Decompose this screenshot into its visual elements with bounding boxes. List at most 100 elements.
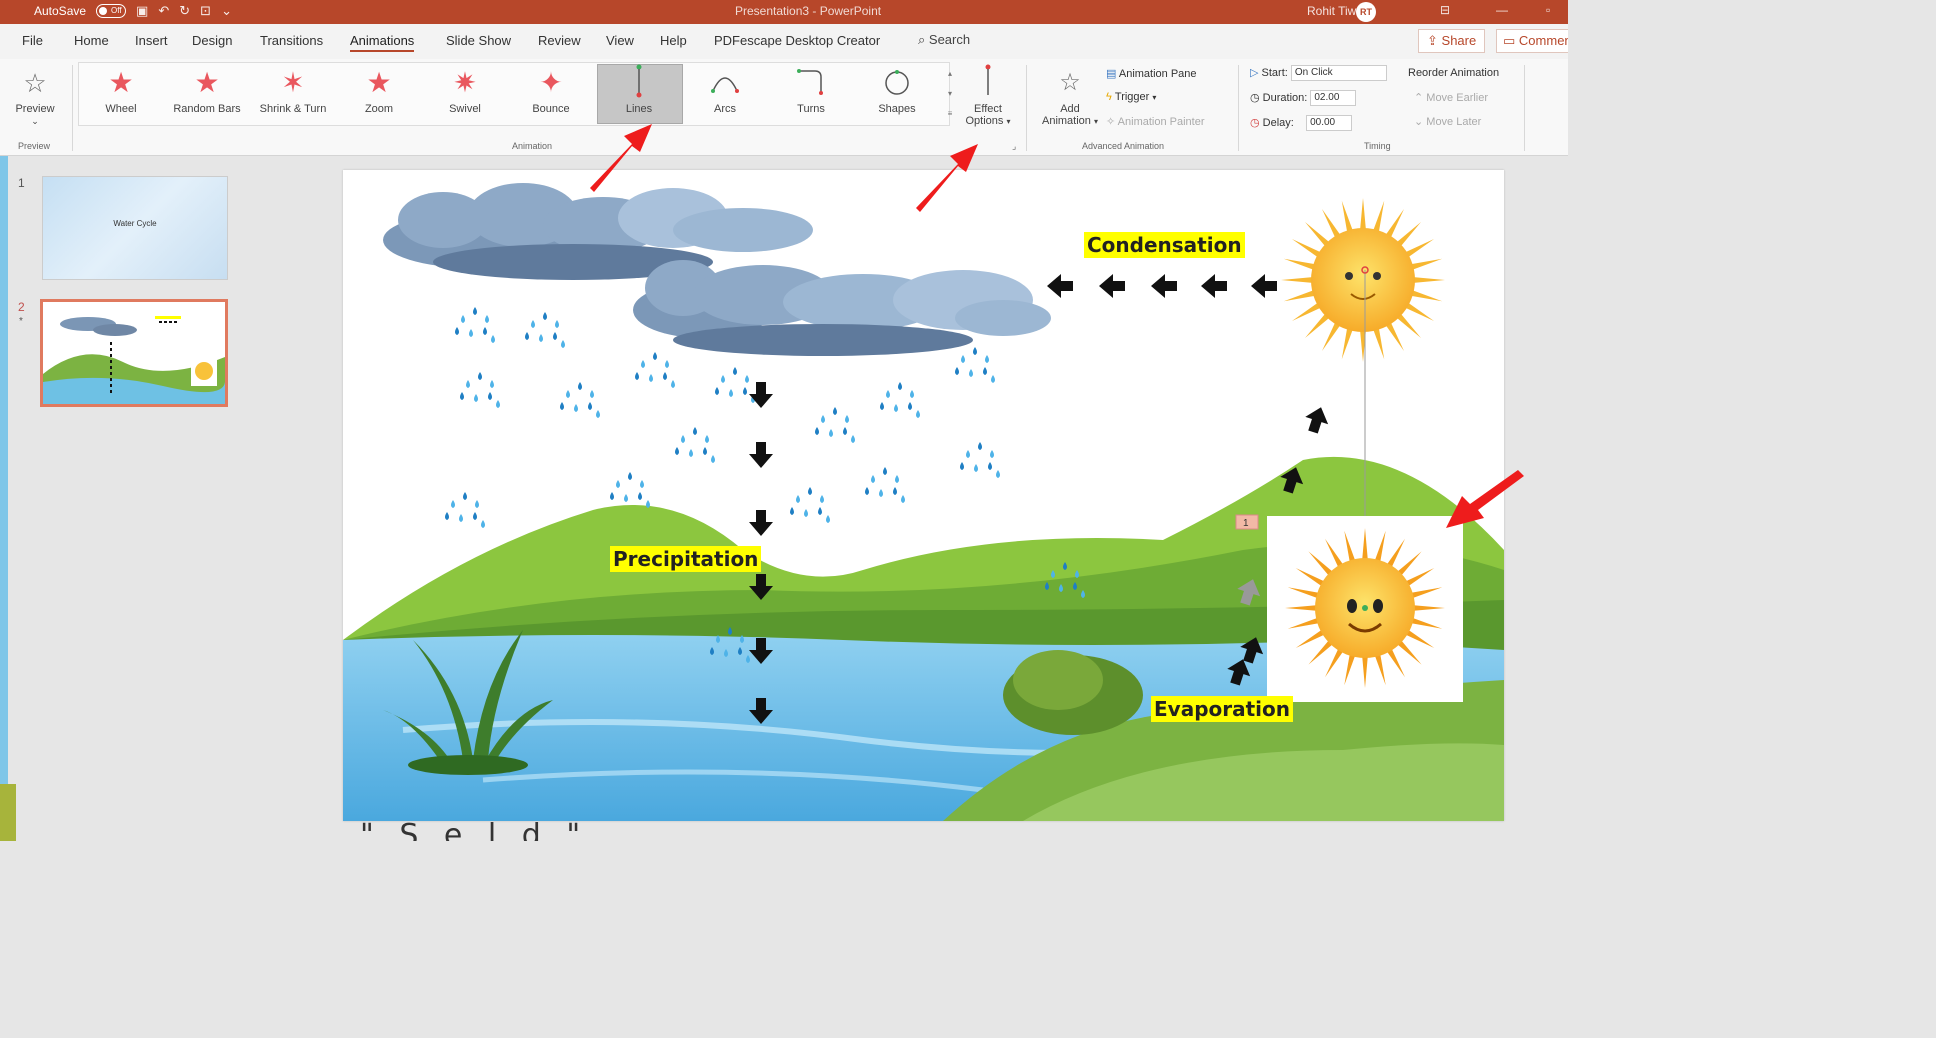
tab-help[interactable]: Help [660,33,687,48]
lines-path-icon [600,63,678,103]
group-separator [1524,65,1525,151]
trigger-button[interactable]: ϟ Trigger ▾ [1106,91,1156,103]
ribbon: ☆ Preview ⌄ Preview ★ Wheel ★ Random Bars… [0,59,1568,156]
delay-control[interactable]: ◷ Delay: 00.00 [1250,115,1353,131]
customize-qat-icon[interactable]: ⌄ [221,3,232,19]
slide-canvas[interactable]: 1 Condensation Precipitation Evaporation [343,170,1504,821]
tab-transitions[interactable]: Transitions [260,33,323,48]
start-label: Start: [1261,66,1288,79]
slide-thumbnail-2-preview [43,302,225,404]
tab-insert[interactable]: Insert [135,33,168,48]
shrink-turn-star-icon: ✶ [281,67,305,98]
random-bars-star-icon: ★ [194,67,220,98]
zoom-star-icon: ★ [366,67,392,98]
add-animation-button[interactable]: ☆ Add Animation ▾ [1030,63,1110,127]
search-box[interactable]: ⌕ Search [918,32,970,48]
animation-wheel[interactable]: ★ Wheel [82,63,160,115]
effect-options-button[interactable]: Effect Options ▾ [955,63,1021,127]
animation-painter-label: Animation Painter [1117,116,1205,128]
move-later-button[interactable]: ⌄ Move Later [1414,115,1481,128]
red-arrow-sun-pointer [1446,470,1524,528]
dialog-launcher-icon[interactable]: ⌟ [1012,141,1016,152]
animation-bounce[interactable]: ✦ Bounce [512,63,590,115]
animation-label: Shapes [878,103,916,115]
animation-label: Bounce [532,103,570,115]
animation-swivel[interactable]: ✷ Swivel [426,63,504,115]
sun-top [1281,198,1445,362]
start-dropdown[interactable]: On Click [1290,65,1387,81]
animation-arcs[interactable]: Arcs [686,63,764,115]
share-label: Share [1441,33,1477,48]
duration-spinner[interactable]: 02.00 [1310,90,1357,106]
duration-control[interactable]: ◷ Duration: 02.00 [1250,90,1357,106]
arcs-path-icon [686,63,764,103]
animation-random-bars[interactable]: ★ Random Bars [168,63,246,115]
tab-view[interactable]: View [606,33,634,48]
group-separator [72,65,73,151]
maximize-icon[interactable]: ▫ [1546,3,1550,17]
save-icon[interactable]: ▣ [136,3,148,19]
animation-label: Random Bars [173,103,241,115]
background-corner [0,784,16,841]
add-animation-label-1: Add [1060,103,1080,115]
comment-icon: ▭ [1503,33,1516,48]
slide-number-2: 2 [18,300,25,314]
autosave-toggle[interactable]: Off [96,4,127,18]
swivel-star-icon: ✷ [453,67,477,98]
tab-animations[interactable]: Animations [350,33,415,52]
animation-zoom[interactable]: ★ Zoom [340,63,418,115]
minimize-icon[interactable]: — [1496,3,1508,17]
condensation-label: Condensation [1084,232,1245,258]
delay-spinner[interactable]: 00.00 [1306,115,1353,131]
ribbon-display-icon[interactable]: ⊟ [1440,3,1450,17]
tab-pdfescape[interactable]: PDFescape Desktop Creator [714,33,880,48]
quick-access-toolbar: AutoSave Off ▣ ↶ ↻ ⊡ ⌄ [34,3,232,19]
animation-pane-button[interactable]: ▤ Animation Pane [1106,67,1197,80]
animation-pane-icon: ▤ [1106,68,1117,80]
avatar[interactable]: RT [1356,2,1376,22]
title-bar: AutoSave Off ▣ ↶ ↻ ⊡ ⌄ Presentation3 - P… [0,0,1568,24]
shapes-path-icon [858,63,936,103]
group-label-animation: Animation [512,141,553,151]
animation-lines[interactable]: Lines [600,63,678,115]
comments-button[interactable]: ▭ Comments [1496,29,1568,53]
clock-icon: ◷ [1250,91,1260,104]
delay-icon: ◷ [1250,116,1260,129]
tab-slide-show[interactable]: Slide Show [446,33,511,48]
move-earlier-button[interactable]: ⌃ Move Earlier [1414,91,1488,104]
animation-painter-icon: ✧ [1106,116,1116,128]
animation-label: Arcs [714,103,736,115]
slide-thumbnail-1[interactable]: Water Cycle [42,176,228,280]
move-later-label: Move Later [1426,116,1482,128]
trigger-icon: ϟ [1106,91,1112,103]
group-separator [1026,65,1027,151]
tab-file[interactable]: File [22,33,43,48]
delay-label: Delay: [1262,116,1294,129]
autosave-label: AutoSave [34,4,87,18]
chevron-down-icon: ⌄ [1414,116,1424,128]
tab-home[interactable]: Home [74,33,109,48]
animation-marker: * [19,316,23,327]
effect-options-icon [955,63,1021,103]
animation-label: Wheel [105,103,137,115]
animation-turns[interactable]: Turns [772,63,850,115]
slide-number-1: 1 [18,176,25,190]
tab-review[interactable]: Review [538,33,581,48]
animation-label: Swivel [449,103,481,115]
tab-design[interactable]: Design [192,33,232,48]
slide-thumbnails-panel: 1 Water Cycle 2 * [8,156,248,841]
present-icon[interactable]: ⊡ [200,3,211,19]
preview-star-icon: ☆ [23,68,47,98]
slide-thumbnail-2[interactable] [40,299,228,407]
precipitation-label: Precipitation [610,546,762,572]
start-control[interactable]: ▷ Start: On Click [1250,65,1387,81]
redo-icon[interactable]: ↻ [179,3,190,19]
group-separator [1238,65,1239,151]
animation-shrink-turn[interactable]: ✶ Shrink & Turn [254,63,332,115]
share-button[interactable]: ⇪ Share [1418,29,1486,53]
animation-shapes[interactable]: Shapes [858,63,936,115]
animation-painter-button[interactable]: ✧ Animation Painter [1106,115,1205,128]
undo-icon[interactable]: ↶ [158,3,169,19]
preview-button[interactable]: ☆ Preview ⌄ [0,63,70,127]
animation-order-number: 1 [1243,518,1249,529]
